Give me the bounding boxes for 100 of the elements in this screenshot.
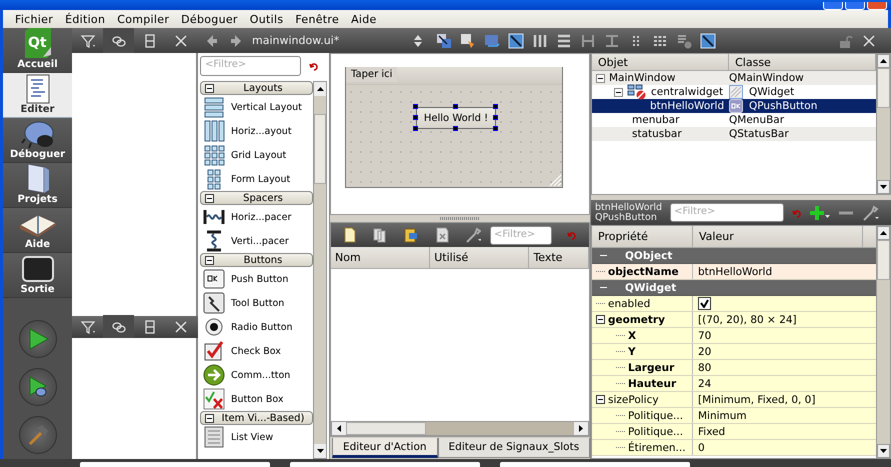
resize-handle[interactable]	[413, 115, 418, 120]
menu-item[interactable]: Outils	[246, 12, 292, 26]
resize-handle[interactable]	[413, 126, 418, 131]
adjust-size-icon[interactable]	[508, 32, 524, 48]
collapse-toggle[interactable]	[205, 194, 214, 202]
menu-item[interactable]: Aide	[347, 12, 385, 26]
adjust-size-icon[interactable]	[700, 32, 716, 48]
resize-handle[interactable]	[413, 104, 418, 109]
play-icon[interactable]	[26, 328, 48, 350]
property-group[interactable]: QObject	[592, 248, 876, 264]
property-row[interactable]: Politique... Minimum	[592, 408, 876, 424]
widget-item[interactable]: Grid Layout	[200, 143, 313, 167]
scrollbar-thumb[interactable]	[877, 240, 890, 280]
close-icon[interactable]	[861, 32, 877, 48]
reset-icon[interactable]	[309, 60, 319, 70]
filter-icon[interactable]	[80, 32, 96, 48]
tab[interactable]: Editeur de Signaux_Slots	[438, 438, 590, 458]
up-arrow-icon[interactable]	[316, 87, 324, 91]
close-icon[interactable]	[172, 319, 188, 335]
run-button[interactable]	[18, 416, 56, 454]
widget-item[interactable]: Form Layout	[200, 167, 313, 191]
menu-item[interactable]: Fenêtre	[291, 12, 348, 26]
run-button[interactable]	[18, 368, 56, 406]
widget-item[interactable]: Radio Button	[200, 315, 313, 339]
property-row[interactable]: objectName btnHelloWorld	[592, 264, 876, 280]
property-row[interactable]: Largeur 80	[592, 360, 876, 376]
horizontal-splitter-icon[interactable]	[580, 32, 596, 48]
property-group[interactable]: QWidget	[592, 280, 876, 296]
scrollbar-thumb[interactable]	[314, 114, 326, 184]
collapse-toggle[interactable]	[614, 88, 623, 96]
tree-row[interactable]: centralwidget QWidget	[592, 85, 876, 99]
property-row[interactable]: Hauteur 24	[592, 376, 876, 392]
menu-item[interactable]: Déboguer	[177, 12, 246, 26]
column-header[interactable]: Valeur	[693, 226, 863, 247]
debug-run-icon[interactable]	[26, 376, 48, 398]
vertical-splitter-icon[interactable]	[604, 32, 620, 48]
menu-placeholder[interactable]: Taper ici	[346, 67, 398, 82]
collapse-toggle[interactable]	[205, 84, 214, 92]
tree-row[interactable]: statusbar QStatusBar	[592, 127, 876, 141]
scrollbar[interactable]	[313, 81, 327, 459]
column-header[interactable]: Texte	[529, 247, 589, 268]
collapse-toggle[interactable]	[596, 74, 605, 82]
widget-item[interactable]: Vertical Layout	[200, 95, 313, 119]
wrench-icon[interactable]	[862, 204, 880, 220]
edit-buddies-icon[interactable]	[460, 32, 476, 48]
tree-row[interactable]: menubar QMenuBar	[592, 113, 876, 127]
checkbox[interactable]	[698, 297, 711, 310]
property-row[interactable]: Étiremen... 0	[592, 440, 876, 456]
filter-icon[interactable]	[80, 319, 96, 335]
widget-item[interactable]: Push Button	[200, 267, 313, 291]
scrollbar[interactable]	[876, 54, 890, 194]
push-button[interactable]: Hello World !	[416, 107, 496, 129]
category-header[interactable]: Layouts	[200, 81, 313, 95]
edit-widgets-icon[interactable]	[436, 32, 452, 48]
property-row[interactable]: X 70	[592, 328, 876, 344]
widget-item[interactable]: Tool Button	[200, 291, 313, 315]
copy-document-icon[interactable]	[372, 227, 388, 243]
splitter-handle[interactable]	[440, 217, 480, 220]
property-row[interactable]: Y 20	[592, 344, 876, 360]
property-row[interactable]: sizePolicy [Minimum, Fixed, 0, 0]	[592, 392, 876, 408]
break-layout-icon[interactable]	[676, 32, 692, 48]
resize-handle[interactable]	[453, 104, 458, 109]
maximize-button[interactable]	[845, 2, 865, 10]
property-row[interactable]: Politique... Fixed	[592, 424, 876, 440]
widget-item[interactable]: Check Box	[200, 339, 313, 363]
resize-handle[interactable]	[453, 126, 458, 131]
collapse-toggle[interactable]	[205, 414, 214, 422]
scrollbar-thumb[interactable]	[877, 68, 890, 108]
run-button[interactable]	[18, 320, 56, 358]
resize-handle[interactable]	[493, 104, 498, 109]
collapse-toggle[interactable]	[205, 256, 214, 264]
column-header[interactable]: Propriété	[592, 226, 693, 247]
close-icon[interactable]	[172, 32, 188, 48]
category-header[interactable]: Item Vi...-Based)	[200, 411, 313, 425]
property-row[interactable]: enabled	[592, 296, 876, 312]
tree-row[interactable]: MainWindow QMainWindow	[592, 71, 876, 85]
file-name[interactable]: mainwindow.ui*	[252, 34, 402, 47]
copy-to-clipboard-icon[interactable]	[403, 227, 419, 243]
mode-button[interactable]: Qt Accueil	[3, 28, 72, 73]
close-button[interactable]	[867, 2, 887, 10]
scrollbar[interactable]	[876, 226, 890, 458]
widget-item[interactable]: Horiz...pacer	[200, 205, 313, 229]
horizontal-scrollbar[interactable]	[331, 421, 589, 436]
column-header[interactable]: Utilisé	[430, 247, 530, 268]
mode-button[interactable]: Projets	[3, 163, 72, 208]
delete-document-icon[interactable]	[434, 227, 450, 243]
menu-item[interactable]: Fichier	[11, 12, 62, 26]
widget-item[interactable]: Button Box	[200, 387, 313, 411]
mode-button[interactable]: Aide	[3, 208, 72, 253]
resize-handle[interactable]	[493, 115, 498, 120]
tree-row[interactable]: btnHelloWorld QPushButton	[592, 99, 876, 113]
category-header[interactable]: Buttons	[200, 253, 313, 267]
widget-item[interactable]: Comm...tton	[200, 363, 313, 387]
menu-item[interactable]: Édition	[61, 12, 114, 26]
widget-item[interactable]: Horiz...ayout	[200, 119, 313, 143]
rows-layout-icon[interactable]	[556, 32, 572, 48]
down-arrow-icon[interactable]	[316, 449, 324, 453]
property-row[interactable]: geometry [(70, 20), 80 × 24]	[592, 312, 876, 328]
column-header[interactable]: Nom	[331, 247, 430, 268]
collapse-toggle[interactable]	[596, 395, 605, 404]
